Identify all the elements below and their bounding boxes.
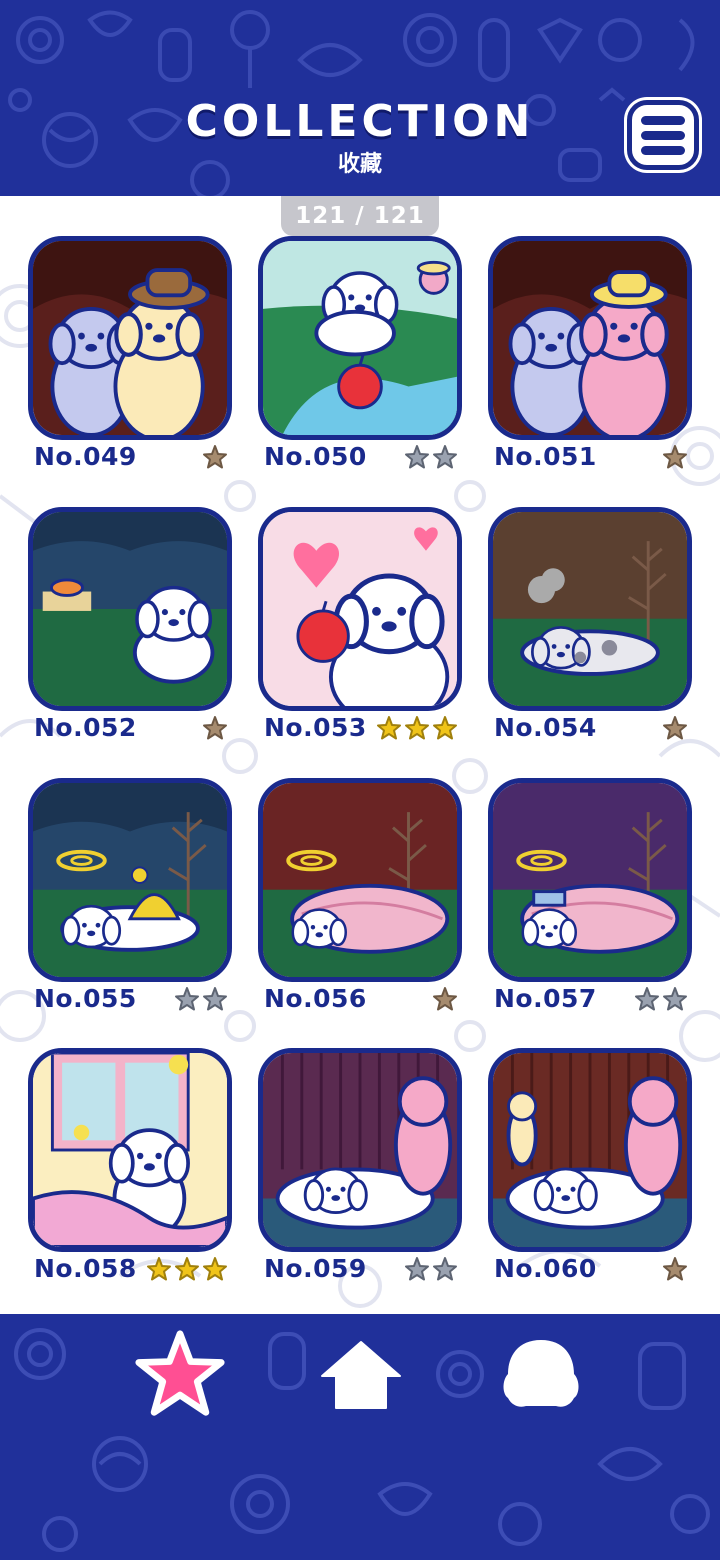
card-star-rating — [662, 715, 688, 741]
collection-card[interactable]: No.054 — [488, 507, 692, 757]
home-icon — [321, 1341, 401, 1409]
card-star-rating — [174, 986, 228, 1012]
dog-head-icon — [503, 1340, 579, 1407]
card-illustration — [33, 1053, 227, 1247]
character-tab[interactable] — [500, 1336, 582, 1412]
star-icon — [405, 716, 429, 740]
card-illustration — [263, 512, 457, 706]
collection-card[interactable]: No.056 — [258, 778, 462, 1028]
card-star-rating — [404, 444, 458, 470]
home-tab[interactable] — [320, 1338, 402, 1410]
star-icon — [663, 1257, 687, 1281]
page-subtitle: 收藏 — [337, 152, 382, 177]
star-icon — [433, 987, 457, 1011]
star-icon — [175, 1257, 199, 1281]
card-illustration — [493, 1053, 687, 1247]
card-number: No.054 — [494, 713, 597, 742]
card-number: No.052 — [34, 713, 137, 742]
collection-card[interactable]: No.059 — [258, 1048, 462, 1298]
card-illustration — [263, 783, 457, 977]
card-thumbnail[interactable] — [28, 236, 232, 440]
card-number: No.055 — [34, 984, 137, 1013]
bottom-navigation — [0, 1314, 720, 1560]
card-thumbnail[interactable] — [258, 1048, 462, 1252]
star-icon — [635, 987, 659, 1011]
card-number: No.057 — [494, 984, 597, 1013]
page-title: COLLECTION — [185, 96, 535, 147]
card-number: No.049 — [34, 442, 137, 471]
star-icon — [405, 1257, 429, 1281]
collection-card[interactable]: No.051 — [488, 236, 692, 486]
card-thumbnail[interactable] — [28, 1048, 232, 1252]
header: COLLECTION 收藏 — [0, 0, 720, 196]
card-illustration — [493, 783, 687, 977]
card-thumbnail[interactable] — [488, 1048, 692, 1252]
card-illustration — [493, 241, 687, 435]
star-icon — [203, 716, 227, 740]
card-thumbnail[interactable] — [28, 778, 232, 982]
card-star-rating — [202, 715, 228, 741]
card-star-rating — [146, 1256, 228, 1282]
star-icon — [433, 445, 457, 469]
collection-card[interactable]: No.057 — [488, 778, 692, 1028]
card-star-rating — [634, 986, 688, 1012]
collection-card[interactable]: No.060 — [488, 1048, 692, 1298]
collection-counter: 121 / 121 — [281, 196, 439, 236]
card-thumbnail[interactable] — [258, 507, 462, 711]
card-thumbnail[interactable] — [488, 778, 692, 982]
card-thumbnail[interactable] — [258, 778, 462, 982]
card-star-rating — [662, 444, 688, 470]
card-thumbnail[interactable] — [28, 507, 232, 711]
star-icon — [175, 987, 199, 1011]
star-icon — [203, 987, 227, 1011]
card-thumbnail[interactable] — [488, 507, 692, 711]
collection-card[interactable]: No.055 — [28, 778, 232, 1028]
card-star-rating — [432, 986, 458, 1012]
collection-tab[interactable] — [132, 1328, 228, 1420]
card-star-rating — [376, 715, 458, 741]
card-star-rating — [404, 1256, 458, 1282]
collection-card[interactable]: No.053 — [258, 507, 462, 757]
card-illustration — [493, 512, 687, 706]
collection-grid[interactable]: 121 / 121 No.049 No.050 No.051 No.052 No… — [0, 196, 720, 1314]
card-illustration — [33, 783, 227, 977]
hamburger-menu-icon — [641, 115, 685, 125]
star-icon — [203, 1257, 227, 1281]
card-illustration — [33, 512, 227, 706]
card-number: No.056 — [264, 984, 367, 1013]
star-icon — [377, 716, 401, 740]
menu-button[interactable] — [627, 100, 699, 170]
collection-card[interactable]: No.058 — [28, 1048, 232, 1298]
star-icon — [663, 987, 687, 1011]
card-number: No.053 — [264, 713, 367, 742]
card-star-rating — [662, 1256, 688, 1282]
star-icon — [433, 1257, 457, 1281]
card-number: No.050 — [264, 442, 367, 471]
card-star-rating — [202, 444, 228, 470]
card-illustration — [263, 1053, 457, 1247]
card-thumbnail[interactable] — [488, 236, 692, 440]
card-illustration — [263, 241, 457, 435]
collection-card[interactable]: No.052 — [28, 507, 232, 757]
card-number: No.051 — [494, 442, 597, 471]
collection-card[interactable]: No.049 — [28, 236, 232, 486]
star-icon — [135, 1330, 225, 1416]
card-number: No.058 — [34, 1254, 137, 1283]
card-illustration — [33, 241, 227, 435]
star-icon — [405, 445, 429, 469]
star-icon — [147, 1257, 171, 1281]
card-number: No.060 — [494, 1254, 597, 1283]
card-number: No.059 — [264, 1254, 367, 1283]
star-icon — [663, 716, 687, 740]
card-thumbnail[interactable] — [258, 236, 462, 440]
star-icon — [663, 445, 687, 469]
collection-card[interactable]: No.050 — [258, 236, 462, 486]
star-icon — [203, 445, 227, 469]
star-icon — [433, 716, 457, 740]
